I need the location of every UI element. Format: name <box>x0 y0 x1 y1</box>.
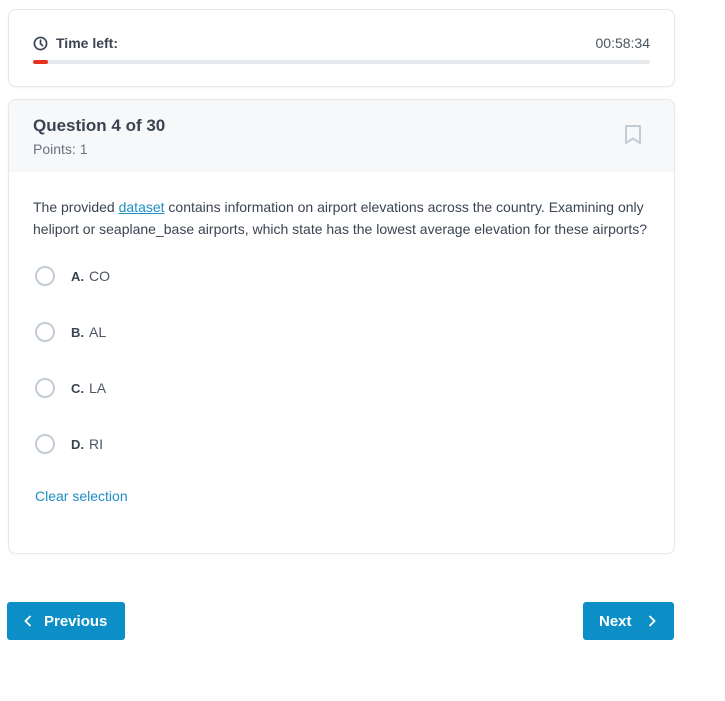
timer-label-group: Time left: <box>33 35 118 51</box>
option-letter: D. <box>71 436 84 452</box>
question-title: Question 4 of 30 <box>33 116 166 135</box>
timer-card: Time left: 00:58:34 <box>8 9 675 87</box>
chevron-right-icon <box>648 615 656 627</box>
option-letter: B. <box>71 324 84 340</box>
time-progress-fill <box>33 60 48 64</box>
bookmark-icon[interactable] <box>624 124 642 146</box>
option-text: AL <box>89 324 107 340</box>
question-text: The provided dataset contains informatio… <box>33 196 653 240</box>
timer-value: 00:58:34 <box>595 35 651 51</box>
option-text: CO <box>89 268 110 284</box>
question-header: Question 4 of 30 Points: 1 <box>9 100 674 172</box>
chevron-left-icon <box>24 615 32 627</box>
option-text: RI <box>89 436 103 452</box>
question-points: Points: 1 <box>33 141 88 157</box>
radio-button[interactable] <box>35 378 55 398</box>
option-d[interactable]: D. RI <box>33 432 650 456</box>
radio-button[interactable] <box>35 322 55 342</box>
dataset-link[interactable]: dataset <box>119 199 165 215</box>
previous-label: Previous <box>44 612 108 630</box>
option-letter: A. <box>71 268 84 284</box>
question-text-start: The provided <box>33 199 119 215</box>
timer-row: Time left: 00:58:34 <box>33 34 650 52</box>
option-c[interactable]: C. LA <box>33 376 650 400</box>
time-progress-bar <box>33 60 650 64</box>
question-card: Question 4 of 30 Points: 1 The provided … <box>8 99 675 554</box>
question-body: The provided dataset contains informatio… <box>9 172 674 506</box>
next-label: Next <box>599 612 632 630</box>
radio-button[interactable] <box>35 434 55 454</box>
clock-icon <box>33 36 48 51</box>
next-button[interactable]: Next <box>583 602 674 640</box>
timer-label: Time left: <box>56 35 118 51</box>
option-a[interactable]: A. CO <box>33 264 650 288</box>
option-b[interactable]: B. AL <box>33 320 650 344</box>
clear-selection-link[interactable]: Clear selection <box>35 488 128 504</box>
option-letter: C. <box>71 380 84 396</box>
radio-button[interactable] <box>35 266 55 286</box>
previous-button[interactable]: Previous <box>7 602 125 640</box>
answer-options: A. CO B. AL C. LA D. RI <box>33 264 650 456</box>
option-text: LA <box>89 380 107 396</box>
